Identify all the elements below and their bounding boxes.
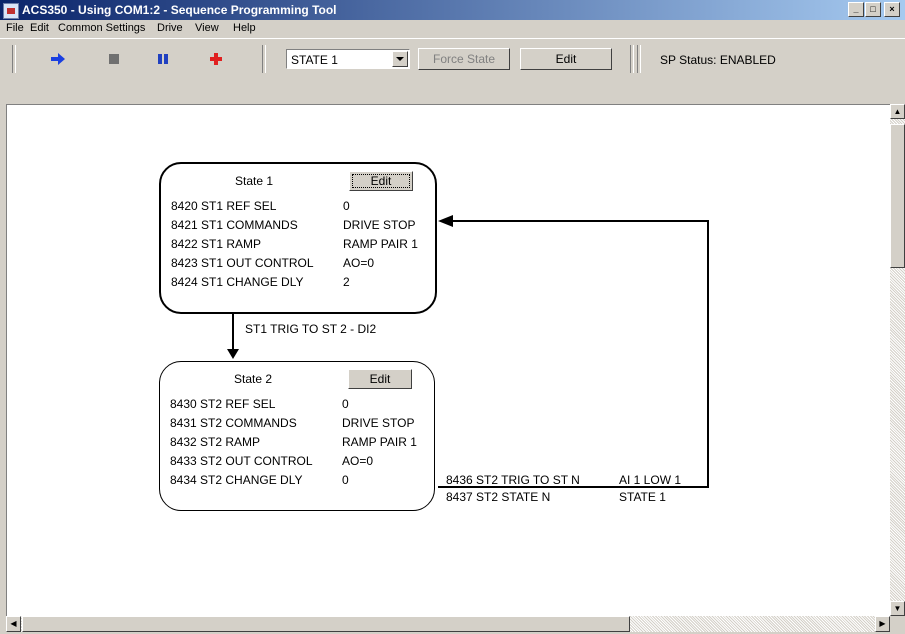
state-2-param-row: 8432 ST2 RAMP RAMP PAIR 1 bbox=[170, 435, 417, 449]
minimize-button[interactable]: _ bbox=[848, 2, 864, 17]
state-2-edit-button[interactable]: Edit bbox=[348, 369, 412, 389]
run-arrow-icon[interactable] bbox=[51, 53, 65, 65]
state-2-param-row: 8434 ST2 CHANGE DLY 0 bbox=[170, 473, 349, 487]
pause-icon[interactable] bbox=[156, 53, 170, 65]
toolbar-separator bbox=[637, 45, 641, 73]
state-select-value: STATE 1 bbox=[291, 53, 338, 67]
chevron-down-icon[interactable] bbox=[392, 51, 408, 67]
reset-cross-icon[interactable] bbox=[209, 53, 223, 65]
transition-2-param-value: AI 1 LOW 1 bbox=[619, 473, 682, 487]
sequence-canvas[interactable]: State 1 Edit 8420 ST1 REF SEL 0 8421 ST1 … bbox=[6, 104, 892, 618]
state-1-param-row: 8422 ST1 RAMP RAMP PAIR 1 bbox=[171, 237, 418, 251]
state-1-param-row: 8421 ST1 COMMANDS DRIVE STOP bbox=[171, 218, 416, 232]
menu-drive[interactable]: Drive bbox=[157, 22, 183, 34]
close-button[interactable]: × bbox=[884, 2, 900, 17]
vertical-scroll-thumb[interactable] bbox=[890, 124, 905, 268]
scroll-left-arrow-icon[interactable]: ◀ bbox=[6, 616, 21, 632]
toolbar-separator bbox=[12, 45, 16, 73]
state-2-title: State 2 bbox=[234, 372, 273, 386]
toolbar: STATE 1 Force State Edit SP Status: ENAB… bbox=[0, 38, 905, 75]
toolbar-separator bbox=[262, 45, 266, 73]
state-2-param-row: 8431 ST2 COMMANDS DRIVE STOP bbox=[170, 416, 415, 430]
toolbar-separator bbox=[630, 45, 634, 73]
state-2-param-row: 8433 ST2 OUT CONTROL AO=0 bbox=[170, 454, 374, 468]
state-1-param-row: 8420 ST1 REF SEL 0 bbox=[171, 199, 350, 213]
menu-help[interactable]: Help bbox=[233, 22, 256, 34]
edit-button[interactable]: Edit bbox=[520, 48, 612, 70]
state-1-param-row: 8424 ST1 CHANGE DLY 2 bbox=[171, 275, 350, 289]
size-grip[interactable] bbox=[890, 616, 905, 632]
menu-common-settings[interactable]: Common Settings bbox=[58, 22, 145, 34]
transition-2-param-name: 8437 ST2 STATE N bbox=[446, 490, 551, 504]
transition-label-st1: ST1 TRIG TO ST 2 - DI2 bbox=[245, 322, 377, 336]
transition-2-param-value: STATE 1 bbox=[619, 490, 666, 504]
menu-view[interactable]: View bbox=[195, 22, 219, 34]
maximize-button[interactable]: □ bbox=[865, 2, 881, 17]
app-icon[interactable] bbox=[3, 3, 19, 19]
horizontal-scrollbar[interactable]: ◀ ▶ bbox=[6, 616, 890, 632]
menu-file[interactable]: File bbox=[6, 22, 24, 34]
state-2-param-row: 8430 ST2 REF SEL 0 bbox=[170, 397, 349, 411]
scroll-right-arrow-icon[interactable]: ▶ bbox=[875, 616, 890, 632]
state-1-param-row: 8423 ST1 OUT CONTROL AO=0 bbox=[171, 256, 375, 270]
state-1-edit-button[interactable]: Edit bbox=[349, 171, 413, 191]
window-title: ACS350 - Using COM1:2 - Sequence Program… bbox=[22, 3, 337, 17]
transition-2-param-name: 8436 ST2 TRIG TO ST N bbox=[446, 473, 580, 487]
scroll-down-arrow-icon[interactable]: ▼ bbox=[890, 601, 905, 616]
state-1-title: State 1 bbox=[235, 174, 274, 188]
sp-status: SP Status: ENABLED bbox=[660, 53, 776, 67]
state-2-box[interactable]: State 2 Edit 8430 ST2 REF SEL 0 8431 ST2 … bbox=[159, 361, 435, 511]
state-select[interactable]: STATE 1 bbox=[286, 49, 410, 69]
vertical-scrollbar[interactable]: ▲ ▼ bbox=[890, 104, 905, 616]
horizontal-scroll-thumb[interactable] bbox=[22, 616, 630, 632]
force-state-button[interactable]: Force State bbox=[418, 48, 510, 70]
menu-bar: File Edit Common Settings Drive View Hel… bbox=[0, 20, 905, 38]
state-1-box[interactable]: State 1 Edit 8420 ST1 REF SEL 0 8421 ST1 … bbox=[159, 162, 437, 314]
menu-edit[interactable]: Edit bbox=[30, 22, 49, 34]
transition-connectors bbox=[227, 215, 709, 488]
scroll-up-arrow-icon[interactable]: ▲ bbox=[890, 104, 905, 119]
title-bar: ACS350 - Using COM1:2 - Sequence Program… bbox=[0, 0, 905, 20]
stop-icon[interactable] bbox=[107, 53, 121, 65]
